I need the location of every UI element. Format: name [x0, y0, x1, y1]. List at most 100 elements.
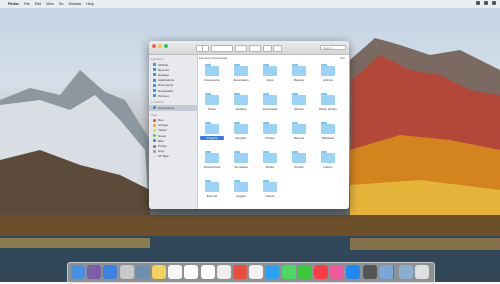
folder-name: Scripts [294, 165, 304, 169]
sidebar-item[interactable]: Pictures [149, 93, 197, 98]
folder-icon [153, 106, 156, 110]
folder-item[interactable]: Archive [318, 64, 338, 88]
folder-item[interactable]: Photos [260, 122, 280, 146]
menu-view[interactable]: View [46, 2, 54, 6]
folder-item[interactable]: Templates [231, 151, 251, 175]
sidebar-item-label: Recents [158, 67, 170, 72]
arrange-button[interactable] [235, 45, 247, 52]
action-button[interactable] [249, 45, 261, 52]
zoom-icon[interactable] [164, 44, 168, 48]
tag-color-icon [153, 139, 156, 143]
sidebar-item[interactable]: All Tags... [149, 154, 197, 159]
folder-item[interactable]: Screenshots [202, 151, 222, 175]
spotlight-icon[interactable] [484, 1, 488, 5]
contacts-icon[interactable] [135, 265, 150, 279]
sidebar-section-header: Locations [151, 100, 164, 105]
siri-icon[interactable] [87, 265, 102, 279]
folder-icon [292, 122, 306, 134]
photos-icon[interactable] [233, 265, 247, 279]
calendar-icon[interactable] [168, 265, 183, 279]
folder-icon [234, 151, 248, 163]
view-mode-buttons[interactable] [211, 45, 233, 52]
folder-item[interactable]: Documents [202, 64, 222, 88]
messages-icon[interactable] [265, 265, 280, 279]
settings-icon[interactable] [362, 265, 377, 279]
trash-icon[interactable] [415, 265, 430, 279]
textedit-icon[interactable] [200, 265, 215, 279]
folder-icon [153, 89, 156, 93]
folder-item[interactable]: Backup [289, 64, 309, 88]
folder-item[interactable]: Images [231, 180, 251, 204]
minimize-icon[interactable] [158, 44, 162, 48]
folder-item[interactable]: Movies [289, 93, 309, 117]
folder-item[interactable]: Notes [202, 93, 222, 117]
folder-item[interactable]: Apps [260, 64, 280, 88]
forward-button[interactable] [202, 45, 209, 52]
folder-icon [153, 68, 156, 72]
folder-item[interactable]: Dropbox [231, 122, 251, 146]
finder-icon[interactable] [71, 265, 85, 279]
sidebar-item-label: AirDrop [158, 62, 169, 67]
menu-go[interactable]: Go [59, 2, 64, 6]
folder-name: Archive [322, 78, 333, 82]
folder-item[interactable]: Scripts [289, 151, 309, 175]
menu-finder[interactable]: Finder [8, 2, 19, 6]
search-input[interactable]: Search [320, 45, 346, 50]
folder-item[interactable]: Music Library [318, 93, 338, 117]
folder-icon [263, 93, 277, 105]
menu-help[interactable]: Help [86, 2, 93, 6]
safari-icon[interactable] [103, 265, 118, 279]
tag-color-icon [153, 128, 156, 132]
folder-item[interactable]: Reports [289, 122, 309, 146]
mail-icon[interactable] [119, 265, 134, 279]
folder-name: Templates [234, 165, 248, 169]
notification-center-icon[interactable] [492, 1, 496, 5]
sidebar-item-label: Pictures [158, 93, 169, 98]
folder-name: Drafts [265, 165, 274, 169]
folder-item[interactable]: Exports [202, 180, 222, 204]
tags-button[interactable] [273, 45, 282, 52]
notes-icon[interactable] [152, 265, 166, 279]
file-browser[interactable]: Monterey Downloads Info Documents Automat… [198, 55, 349, 209]
sidebar-item-label: Downloads [158, 88, 173, 93]
sidebar-item-label: Purple [158, 144, 167, 149]
facetime-icon[interactable] [281, 265, 296, 279]
wifi-icon[interactable] [476, 1, 480, 5]
folder-name: Desktop [235, 107, 247, 111]
folder-item[interactable]: Projects [200, 122, 224, 146]
close-icon[interactable] [152, 44, 156, 48]
downloads-icon[interactable] [399, 265, 413, 279]
folder-icon [321, 64, 335, 76]
folder-icon [234, 93, 248, 105]
reminders-icon[interactable] [184, 265, 199, 279]
sidebar-item[interactable]: iCloud Drive [149, 105, 197, 111]
folder-name: Music Library [319, 107, 337, 111]
folder-item[interactable]: Clients [260, 180, 280, 204]
share-button[interactable] [263, 45, 272, 52]
menu-edit[interactable]: Edit [35, 2, 41, 6]
folder-item[interactable]: Websites [318, 122, 338, 146]
window-titlebar[interactable]: Search [149, 41, 349, 55]
info-label[interactable]: Info [340, 56, 345, 60]
sidebar-item-label: Green [158, 133, 167, 138]
maps-icon[interactable] [249, 265, 264, 279]
folder-name: Backup [293, 78, 304, 82]
folder-item[interactable]: Downloads [260, 93, 280, 117]
numbers-icon[interactable] [297, 265, 312, 279]
books-icon[interactable] [330, 265, 345, 279]
folder-name: Dropbox [235, 136, 247, 140]
folder-name: Movies [294, 107, 304, 111]
folder-item[interactable]: Desktop [231, 93, 251, 117]
sidebar-item-label: Red [158, 118, 164, 123]
menu-file[interactable]: File [24, 2, 30, 6]
tag-color-icon [153, 154, 156, 158]
app-store-icon[interactable] [346, 265, 361, 279]
folder-item[interactable]: Library [318, 151, 338, 175]
menu-window[interactable]: Window [69, 2, 82, 6]
menu-bar: Finder File Edit View Go Window Help [0, 0, 500, 8]
preview-icon[interactable] [216, 265, 231, 279]
folder-item[interactable]: Drafts [260, 151, 280, 175]
folder-icon[interactable] [378, 265, 393, 279]
music-icon[interactable] [314, 265, 328, 279]
folder-item[interactable]: Automation [231, 64, 251, 88]
